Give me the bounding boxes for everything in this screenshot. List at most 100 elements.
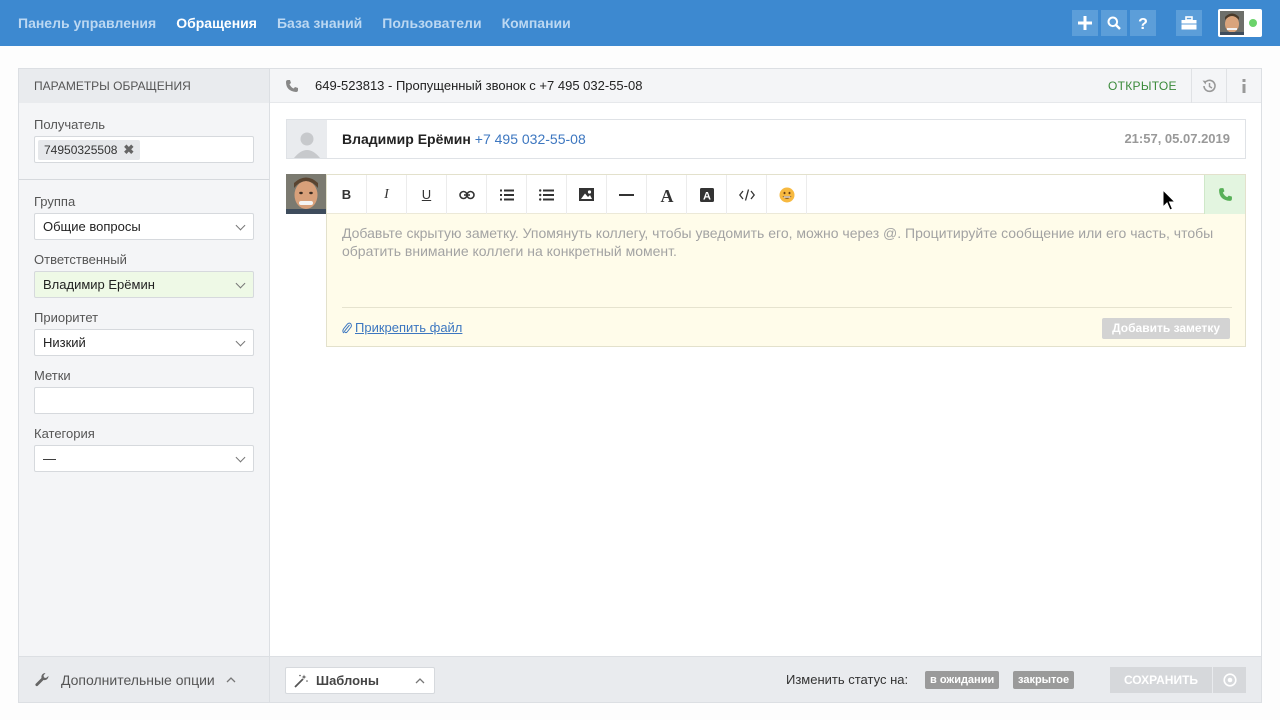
chevron-down-icon: [235, 220, 246, 231]
recipient-label: Получатель: [34, 117, 106, 132]
code-icon: [738, 188, 755, 201]
priority-select[interactable]: Низкий: [34, 329, 254, 356]
category-value: —: [43, 451, 56, 466]
tags-label: Метки: [34, 368, 71, 383]
recipient-field[interactable]: 74950325508 ✖: [34, 136, 254, 163]
author-phone[interactable]: +7 495 032-55-08: [475, 131, 586, 147]
message-item: Владимир Ерёмин +7 495 032-55-08 21:57, 0…: [286, 119, 1246, 159]
history-icon: [1202, 79, 1216, 93]
code-button[interactable]: [727, 175, 767, 214]
additional-options-label: Дополнительные опции: [61, 671, 215, 688]
font-icon: A: [660, 187, 673, 203]
bullet-list-icon: [539, 188, 554, 201]
main-nav: Панель управления Обращения База знаний …: [18, 0, 571, 46]
priority-value: Низкий: [43, 335, 86, 350]
svg-text:A: A: [703, 190, 711, 202]
italic-icon: I: [384, 186, 389, 202]
bullet-list-button[interactable]: [527, 175, 567, 214]
status-closed-button[interactable]: закрытое: [1013, 671, 1075, 689]
font-button[interactable]: A: [647, 175, 687, 214]
ticket-content: 649-523813 - Пропущенный звонок с +7 495…: [270, 69, 1261, 702]
svg-text:?: ?: [1138, 16, 1148, 31]
nav-companies[interactable]: Компании: [502, 15, 571, 31]
save-options-button[interactable]: [1213, 667, 1246, 693]
horizontal-rule-button[interactable]: [607, 175, 647, 214]
briefcase-icon: [1181, 16, 1197, 30]
mouse-cursor-icon: [1162, 189, 1176, 211]
status-pending-button[interactable]: в ожидании: [925, 671, 1000, 689]
assignee-value: Владимир Ерёмин: [43, 277, 155, 292]
paperclip-icon: [342, 322, 352, 333]
group-select[interactable]: Общие вопросы: [34, 213, 254, 240]
briefcase-group: [1176, 10, 1202, 36]
ticket-card: Параметры обращения Получатель 749503255…: [18, 68, 1262, 703]
ticket-header: 649-523813 - Пропущенный звонок с +7 495…: [270, 69, 1261, 103]
avatar: [286, 174, 326, 214]
chevron-down-icon: [235, 452, 246, 463]
emoji-icon: [779, 187, 794, 202]
history-button[interactable]: [1191, 69, 1225, 103]
horizontal-rule-icon: [619, 193, 634, 196]
templates-button[interactable]: Шаблоны: [285, 667, 435, 694]
svg-text:A: A: [660, 187, 673, 203]
magic-wand-icon: [294, 674, 308, 688]
remove-tag-icon[interactable]: ✖: [123, 142, 134, 158]
add-note-button[interactable]: Добавить заметку: [1102, 318, 1230, 339]
templates-label: Шаблоны: [316, 673, 379, 688]
nav-dashboard[interactable]: Панель управления: [18, 15, 156, 31]
nav-users[interactable]: Пользователи: [382, 15, 481, 31]
search-icon: [1107, 16, 1121, 30]
author-name: Владимир Ерёмин: [342, 131, 471, 147]
attach-file-link[interactable]: Прикрепить файл: [342, 320, 462, 335]
note-textarea[interactable]: Добавьте скрытую заметку. Упомянуть колл…: [342, 224, 1232, 260]
category-select[interactable]: —: [34, 445, 254, 472]
ordered-list-button[interactable]: [487, 175, 527, 214]
additional-options-toggle[interactable]: Дополнительные опции: [19, 656, 269, 702]
ticket-footer: Шаблоны Изменить статус на: в ожидании з…: [270, 656, 1261, 702]
help-icon: ?: [1138, 16, 1148, 31]
search-button[interactable]: [1101, 10, 1127, 36]
call-button[interactable]: [1204, 175, 1245, 214]
ticket-status[interactable]: ОТКРЫТОЕ: [1108, 69, 1177, 103]
nav-tickets[interactable]: Обращения: [176, 15, 257, 31]
plus-icon: [1078, 16, 1092, 30]
avatar-placeholder-icon: [287, 120, 327, 158]
ordered-list-icon: [499, 189, 514, 200]
font-color-button[interactable]: A: [687, 175, 727, 214]
apps-button[interactable]: [1176, 10, 1202, 36]
target-icon: [1222, 673, 1237, 687]
info-icon: [1242, 79, 1245, 93]
chevron-down-icon: [235, 336, 246, 347]
category-label: Категория: [34, 426, 95, 441]
italic-button[interactable]: I: [367, 175, 407, 214]
panel-title: Параметры обращения: [19, 69, 269, 103]
underline-button[interactable]: U: [407, 175, 447, 214]
message-timestamp: 21:57, 05.07.2019: [1124, 131, 1230, 146]
add-button[interactable]: [1072, 10, 1098, 36]
image-button[interactable]: [567, 175, 607, 214]
ticket-title: 649-523813 - Пропущенный звонок с +7 495…: [315, 78, 643, 93]
top-navigation-bar: Панель управления Обращения База знаний …: [0, 0, 1280, 46]
user-menu[interactable]: [1218, 9, 1262, 37]
recipient-tag: 74950325508 ✖: [38, 139, 141, 160]
bold-button[interactable]: B: [327, 175, 367, 214]
save-button[interactable]: Сохранить: [1110, 667, 1212, 693]
group-label: Группа: [34, 194, 76, 209]
emoji-button[interactable]: [767, 175, 807, 214]
chevron-down-icon: [235, 278, 246, 289]
nav-knowledge-base[interactable]: База знаний: [277, 15, 362, 31]
chevron-up-icon: [226, 676, 236, 682]
phone-icon: [286, 80, 298, 92]
tags-input[interactable]: [34, 387, 254, 414]
divider: [19, 179, 269, 180]
divider: [342, 307, 1232, 308]
assignee-label: Ответственный: [34, 252, 127, 267]
info-button[interactable]: [1226, 69, 1260, 103]
attach-file-label: Прикрепить файл: [355, 320, 463, 335]
message-author: Владимир Ерёмин +7 495 032-55-08: [342, 120, 586, 158]
recipient-tag-text: 74950325508: [44, 142, 118, 157]
assignee-select[interactable]: Владимир Ерёмин: [34, 271, 254, 298]
note-editor: B I U A A Добавьте скрытую заметку. Упом…: [326, 174, 1246, 347]
link-button[interactable]: [447, 175, 487, 214]
help-button[interactable]: ?: [1130, 10, 1156, 36]
